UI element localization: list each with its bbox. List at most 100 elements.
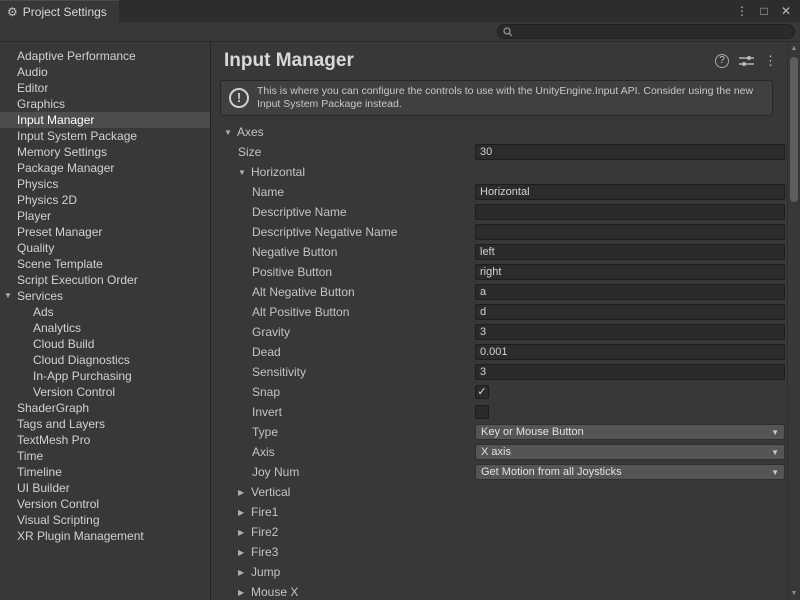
scrollbar-thumb[interactable] bbox=[790, 57, 798, 202]
sidebar-item-script-execution-order[interactable]: Script Execution Order bbox=[0, 272, 210, 288]
sidebar-item-xr-plugin-management[interactable]: XR Plugin Management bbox=[0, 528, 210, 544]
maximize-button[interactable]: □ bbox=[756, 4, 772, 18]
axis-dropdown[interactable]: X axis▼ bbox=[475, 444, 785, 460]
sidebar-item-tags-and-layers[interactable]: Tags and Layers bbox=[0, 416, 210, 432]
search-box[interactable] bbox=[497, 24, 795, 39]
row-label: Negative Button bbox=[252, 245, 337, 259]
row-label-area: Invert bbox=[211, 405, 282, 419]
vertical-scrollbar[interactable]: ▲ ▼ bbox=[787, 42, 800, 600]
row-label[interactable]: Mouse X bbox=[251, 585, 298, 599]
sidebar-item-analytics[interactable]: Analytics bbox=[0, 320, 210, 336]
foldout-arrow-icon[interactable]: ▼ bbox=[224, 128, 237, 137]
row-label[interactable]: Jump bbox=[251, 565, 280, 579]
settings-row-sensitivity: Sensitivity bbox=[211, 362, 787, 382]
sidebar-item-time[interactable]: Time bbox=[0, 448, 210, 464]
name-field[interactable] bbox=[475, 184, 785, 200]
descriptive-negative-name-field[interactable] bbox=[475, 224, 785, 240]
row-label[interactable]: Horizontal bbox=[251, 165, 305, 179]
foldout-arrow-icon[interactable]: ▶ bbox=[238, 548, 251, 557]
settings-row-name: Name bbox=[211, 182, 787, 202]
sidebar-item-label: Preset Manager bbox=[17, 224, 102, 240]
window-menu-button[interactable]: ⋮ bbox=[734, 4, 750, 18]
sidebar-item-cloud-build[interactable]: Cloud Build bbox=[0, 336, 210, 352]
foldout-arrow-icon[interactable]: ▼ bbox=[238, 168, 251, 177]
positive-button-field[interactable] bbox=[475, 264, 785, 280]
settings-row-horizontal: ▼Horizontal bbox=[211, 162, 787, 182]
scroll-down-button[interactable]: ▼ bbox=[791, 587, 798, 600]
row-label[interactable]: Fire2 bbox=[251, 525, 278, 539]
sidebar-item-label: Script Execution Order bbox=[17, 272, 138, 288]
foldout-arrow-icon[interactable]: ▶ bbox=[238, 508, 251, 517]
sidebar-item-adaptive-performance[interactable]: Adaptive Performance bbox=[0, 48, 210, 64]
alt-positive-button-field[interactable] bbox=[475, 304, 785, 320]
sidebar-item-graphics[interactable]: Graphics bbox=[0, 96, 210, 112]
alt-negative-button-field[interactable] bbox=[475, 284, 785, 300]
sidebar-item-ads[interactable]: Ads bbox=[0, 304, 210, 320]
sidebar-item-preset-manager[interactable]: Preset Manager bbox=[0, 224, 210, 240]
dead-field[interactable] bbox=[475, 344, 785, 360]
invert-checkbox[interactable] bbox=[475, 405, 489, 419]
row-label: Sensitivity bbox=[252, 365, 306, 379]
dropdown-value: X axis bbox=[481, 446, 771, 458]
row-label[interactable]: Axes bbox=[237, 125, 264, 139]
foldout-arrow-icon[interactable]: ▼ bbox=[4, 288, 17, 304]
sidebar-item-label: Audio bbox=[17, 64, 48, 80]
sidebar-item-version-control[interactable]: Version Control bbox=[0, 384, 210, 400]
sidebar-item-visual-scripting[interactable]: Visual Scripting bbox=[0, 512, 210, 528]
snap-checkbox[interactable]: ✓ bbox=[475, 385, 489, 399]
row-label-area: ▼Axes bbox=[211, 125, 264, 139]
sidebar-item-memory-settings[interactable]: Memory Settings bbox=[0, 144, 210, 160]
sidebar-item-package-manager[interactable]: Package Manager bbox=[0, 160, 210, 176]
sensitivity-field[interactable] bbox=[475, 364, 785, 380]
sidebar-item-audio[interactable]: Audio bbox=[0, 64, 210, 80]
sidebar-item-physics[interactable]: Physics bbox=[0, 176, 210, 192]
settings-row-joy-num: Joy NumGet Motion from all Joysticks▼ bbox=[211, 462, 787, 482]
foldout-arrow-icon[interactable]: ▶ bbox=[238, 528, 251, 537]
sidebar-item-physics-2d[interactable]: Physics 2D bbox=[0, 192, 210, 208]
sidebar-item-player[interactable]: Player bbox=[0, 208, 210, 224]
row-label: Axis bbox=[252, 445, 275, 459]
scrollbar-track[interactable] bbox=[788, 55, 800, 587]
descriptive-name-field[interactable] bbox=[475, 204, 785, 220]
search-icon bbox=[503, 27, 513, 37]
close-button[interactable]: ✕ bbox=[778, 4, 794, 18]
negative-button-field[interactable] bbox=[475, 244, 785, 260]
help-icon[interactable]: ? bbox=[715, 54, 729, 68]
sidebar-item-input-manager[interactable]: Input Manager bbox=[0, 112, 210, 128]
sidebar-item-services[interactable]: ▼Services bbox=[0, 288, 210, 304]
foldout-arrow-icon[interactable]: ▶ bbox=[238, 568, 251, 577]
scroll-up-button[interactable]: ▲ bbox=[791, 42, 798, 55]
sidebar-item-timeline[interactable]: Timeline bbox=[0, 464, 210, 480]
sidebar-item-shadergraph[interactable]: ShaderGraph bbox=[0, 400, 210, 416]
row-label[interactable]: Vertical bbox=[251, 485, 290, 499]
type-dropdown[interactable]: Key or Mouse Button▼ bbox=[475, 424, 785, 440]
sidebar-item-editor[interactable]: Editor bbox=[0, 80, 210, 96]
context-menu-button[interactable]: ⋮ bbox=[764, 53, 777, 69]
presets-icon[interactable] bbox=[739, 55, 754, 67]
sidebar-item-label: ShaderGraph bbox=[17, 400, 89, 416]
row-label[interactable]: Fire3 bbox=[251, 545, 278, 559]
sidebar-item-label: In-App Purchasing bbox=[33, 368, 132, 384]
gravity-field[interactable] bbox=[475, 324, 785, 340]
size-field[interactable] bbox=[475, 144, 785, 160]
row-label: Positive Button bbox=[252, 265, 332, 279]
sidebar-item-version-control[interactable]: Version Control bbox=[0, 496, 210, 512]
row-label-area: Gravity bbox=[211, 325, 290, 339]
settings-category-list: Adaptive PerformanceAudioEditorGraphicsI… bbox=[0, 42, 211, 600]
sidebar-item-input-system-package[interactable]: Input System Package bbox=[0, 128, 210, 144]
tab-project-settings[interactable]: ⚙ Project Settings bbox=[0, 0, 119, 22]
row-label[interactable]: Fire1 bbox=[251, 505, 278, 519]
info-icon: ! bbox=[229, 88, 249, 108]
joy-num-dropdown[interactable]: Get Motion from all Joysticks▼ bbox=[475, 464, 785, 480]
sidebar-item-ui-builder[interactable]: UI Builder bbox=[0, 480, 210, 496]
settings-row-gravity: Gravity bbox=[211, 322, 787, 342]
sidebar-item-in-app-purchasing[interactable]: In-App Purchasing bbox=[0, 368, 210, 384]
foldout-arrow-icon[interactable]: ▶ bbox=[238, 488, 251, 497]
search-input[interactable] bbox=[517, 25, 789, 38]
foldout-arrow-icon[interactable]: ▶ bbox=[238, 588, 251, 597]
sidebar-item-cloud-diagnostics[interactable]: Cloud Diagnostics bbox=[0, 352, 210, 368]
sidebar-item-quality[interactable]: Quality bbox=[0, 240, 210, 256]
sidebar-item-scene-template[interactable]: Scene Template bbox=[0, 256, 210, 272]
sidebar-item-textmesh-pro[interactable]: TextMesh Pro bbox=[0, 432, 210, 448]
sidebar-item-label: Physics 2D bbox=[17, 192, 77, 208]
